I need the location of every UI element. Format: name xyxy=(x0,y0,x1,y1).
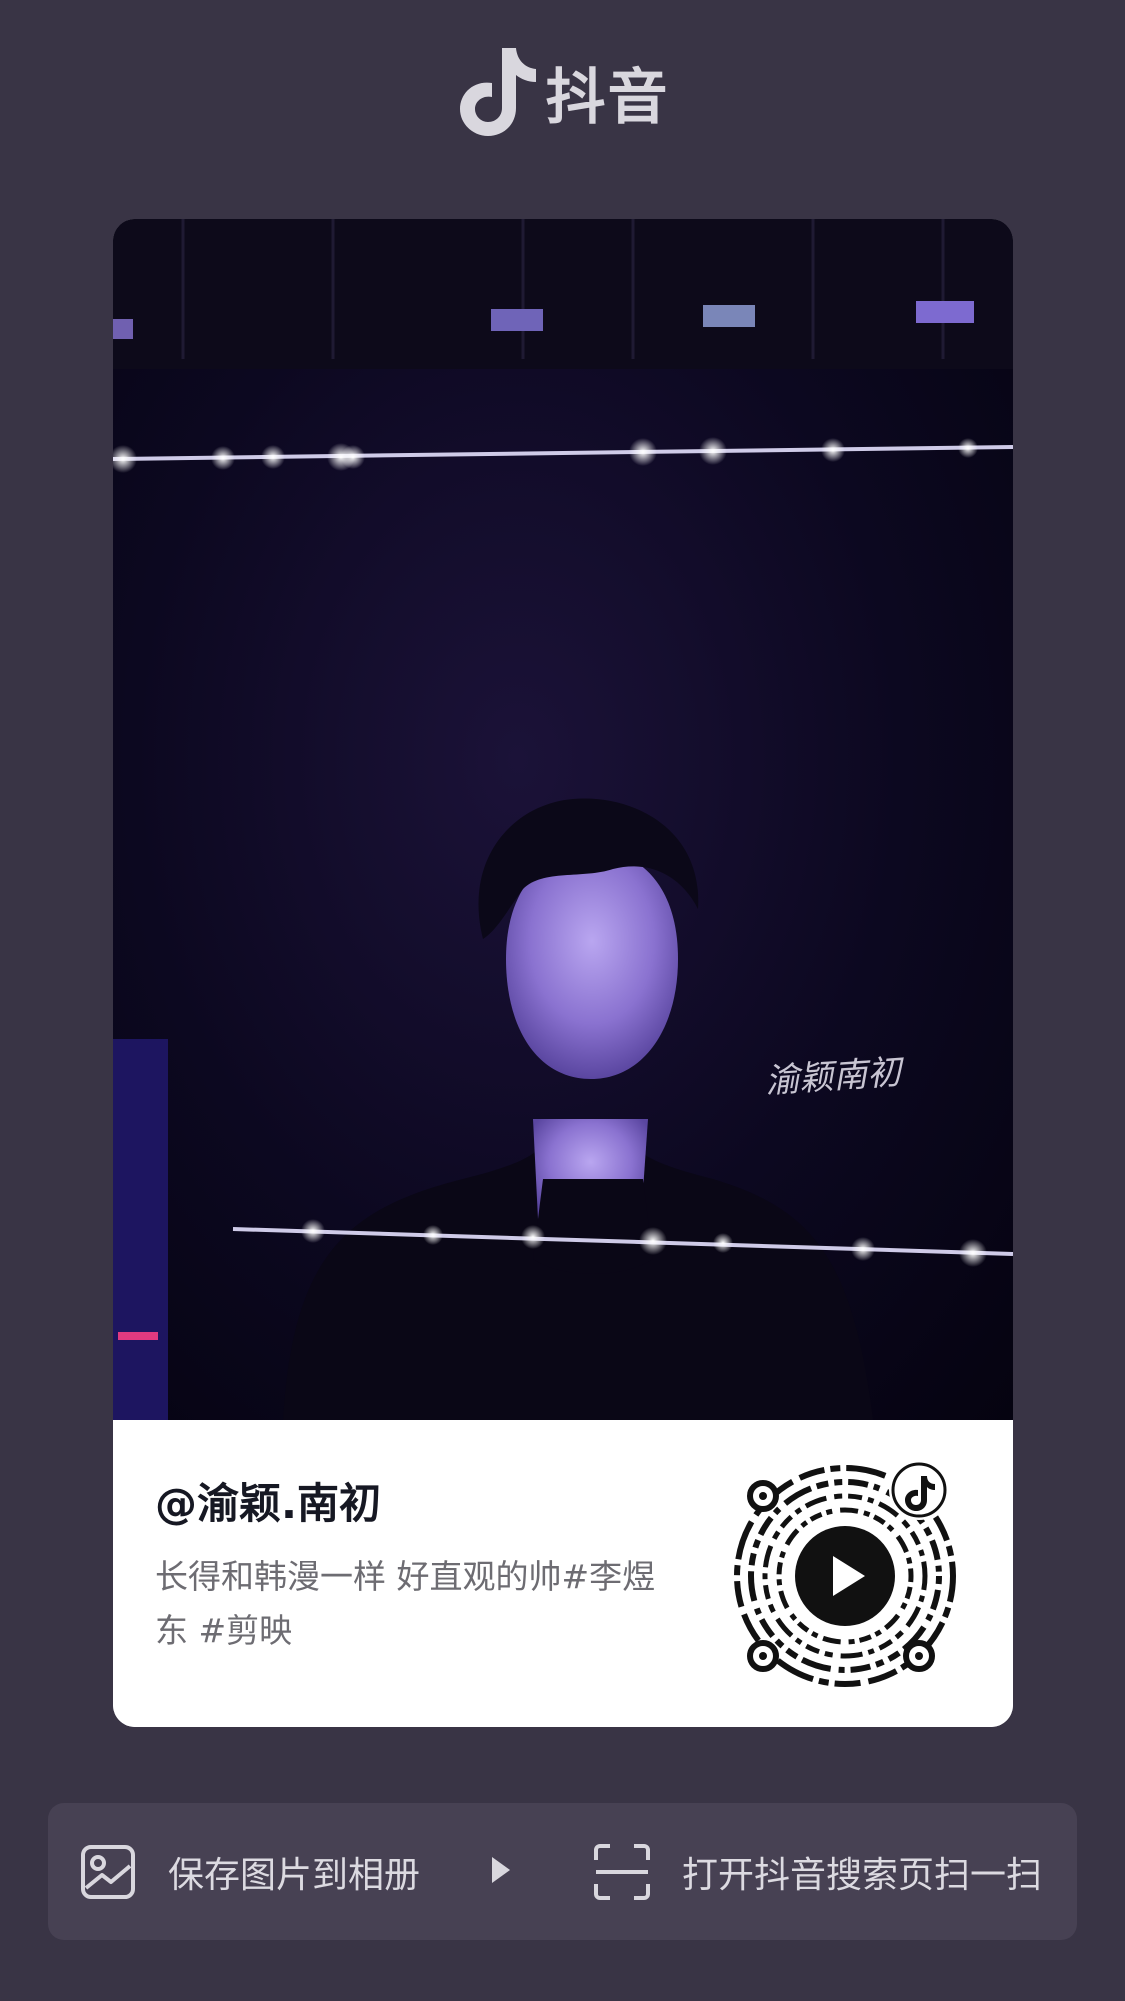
open-douyin-scan-button[interactable]: 打开抖音搜索页扫一扫 xyxy=(592,1803,1042,1940)
qr-code-icon xyxy=(725,1456,965,1696)
video-description: 长得和韩漫一样 好直观的帅#李煜东 #剪映 xyxy=(155,1557,656,1650)
author-name: @渝颖.南初 xyxy=(155,1479,381,1528)
open-douyin-scan-label: 打开抖音搜索页扫一扫 xyxy=(682,1854,1043,1896)
brand-name: 抖音 xyxy=(545,62,670,133)
action-bar: 保存图片到相册 打开抖音搜索页扫一扫 xyxy=(48,1803,1077,1940)
brand-header: 抖音 xyxy=(0,42,1125,142)
cover-watermark: 渝颖南初 xyxy=(764,1052,903,1102)
share-card: 渝颖南初 @渝颖.南初 长得和韩漫一样 好直观的帅#李煜东 #剪映 xyxy=(113,219,1013,1727)
video-cover-image: 渝颖南初 xyxy=(113,219,1013,1420)
image-icon xyxy=(78,1842,138,1902)
save-to-album-button[interactable]: 保存图片到相册 xyxy=(48,1803,420,1940)
save-to-album-label: 保存图片到相册 xyxy=(168,1854,421,1896)
play-arrow-icon xyxy=(490,1855,512,1889)
tiktok-logo-icon xyxy=(456,44,538,140)
card-info: @渝颖.南初 长得和韩漫一样 好直观的帅#李煜东 #剪映 xyxy=(113,1420,1013,1727)
scan-icon xyxy=(592,1842,652,1902)
